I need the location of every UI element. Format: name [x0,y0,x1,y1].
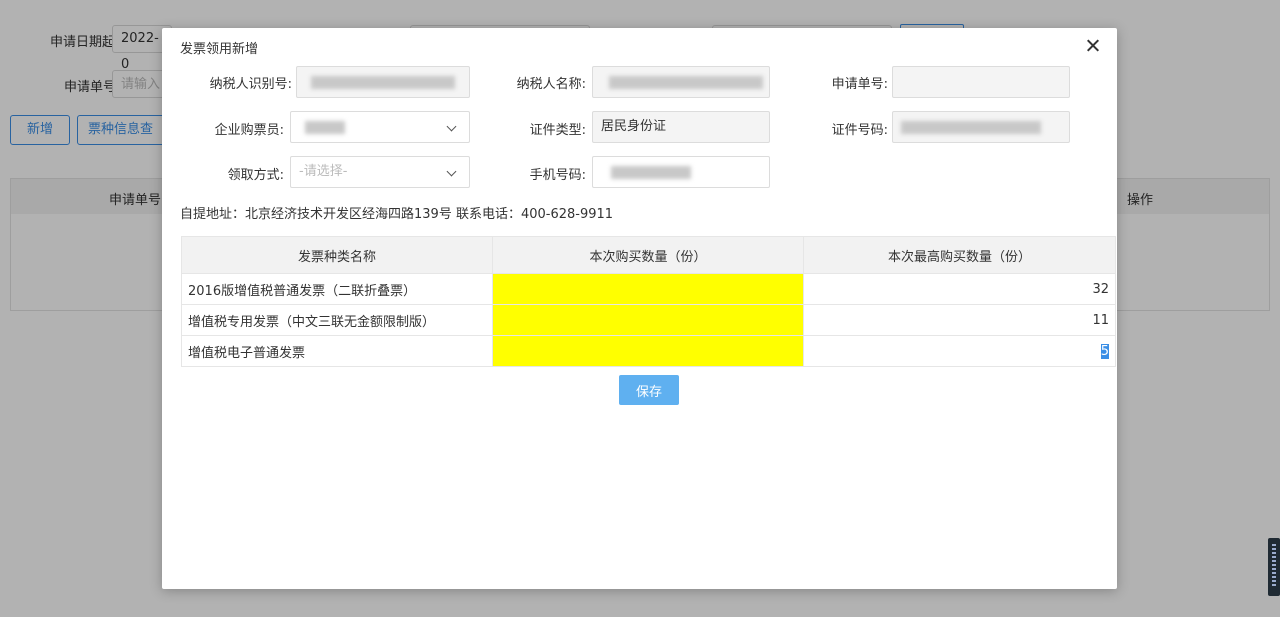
pickup-method-select[interactable]: -请选择- [290,156,470,188]
cert-no-field [892,111,1070,143]
max-qty-selected: 5 [1100,343,1109,359]
qty-cell[interactable] [492,273,804,305]
cert-type-label: 证件类型: [529,123,586,138]
invoice-type-name: 增值税专用发票（中文三联无金额限制版） [181,304,493,336]
chevron-down-icon [446,121,457,132]
qty-input[interactable] [493,305,803,335]
taxpayer-name-label: 纳税人名称: [516,77,586,92]
phone-input[interactable] [592,156,770,188]
pickup-address: 自提地址：北京经济技术开发区经海四路139号 联系电话：400-628-9911 [180,207,614,222]
qty-input[interactable] [493,274,803,304]
max-qty: 11 [803,304,1116,336]
invoice-request-modal: 发票领用新增 纳税人识别号: 纳税人名称: 申请单号: 企业购票员: 证件类型:… [162,28,1117,589]
buyer-select[interactable] [290,111,470,143]
apply-no-label: 申请单号: [831,77,888,92]
modal-header: 发票领用新增 [162,28,1117,64]
th-invoice-type: 发票种类名称 [181,236,493,274]
th-qty: 本次购买数量（份） [492,236,804,274]
apply-no-field [892,66,1070,98]
close-icon[interactable] [1083,36,1103,56]
max-qty: 32 [803,273,1116,305]
side-scroll-handle[interactable] [1268,538,1280,596]
table-row: 增值税电子普通发票 5 [181,335,1116,367]
invoice-type-name: 增值税电子普通发票 [181,335,493,367]
qty-input[interactable] [493,336,803,366]
chevron-down-icon [446,166,457,177]
cert-type-field: 居民身份证 [592,111,770,143]
th-max-qty: 本次最高购买数量（份） [803,236,1116,274]
taxpayer-name-field [592,66,770,98]
table-row: 2016版增值税普通发票（二联折叠票） 32 [181,273,1116,305]
modal-title: 发票领用新增 [180,42,259,57]
table-row: 增值税专用发票（中文三联无金额限制版） 11 [181,304,1116,336]
pickup-placeholder: -请选择- [299,164,348,179]
save-button[interactable]: 保存 [619,375,679,405]
taxpayer-id-label: 纳税人识别号: [209,77,292,92]
pickup-method-label: 领取方式: [227,168,284,183]
qty-cell[interactable] [492,304,804,336]
buyer-label: 企业购票员: [214,123,284,138]
taxpayer-id-field [296,66,470,98]
invoice-type-name: 2016版增值税普通发票（二联折叠票） [181,273,493,305]
cert-no-label: 证件号码: [831,123,888,138]
table-header-row: 发票种类名称 本次购买数量（份） 本次最高购买数量（份） [181,236,1116,274]
phone-label: 手机号码: [529,168,586,183]
invoice-type-table: 发票种类名称 本次购买数量（份） 本次最高购买数量（份） 2016版增值税普通发… [181,236,1116,367]
max-qty-cell: 5 [803,335,1116,367]
qty-cell[interactable] [492,335,804,367]
